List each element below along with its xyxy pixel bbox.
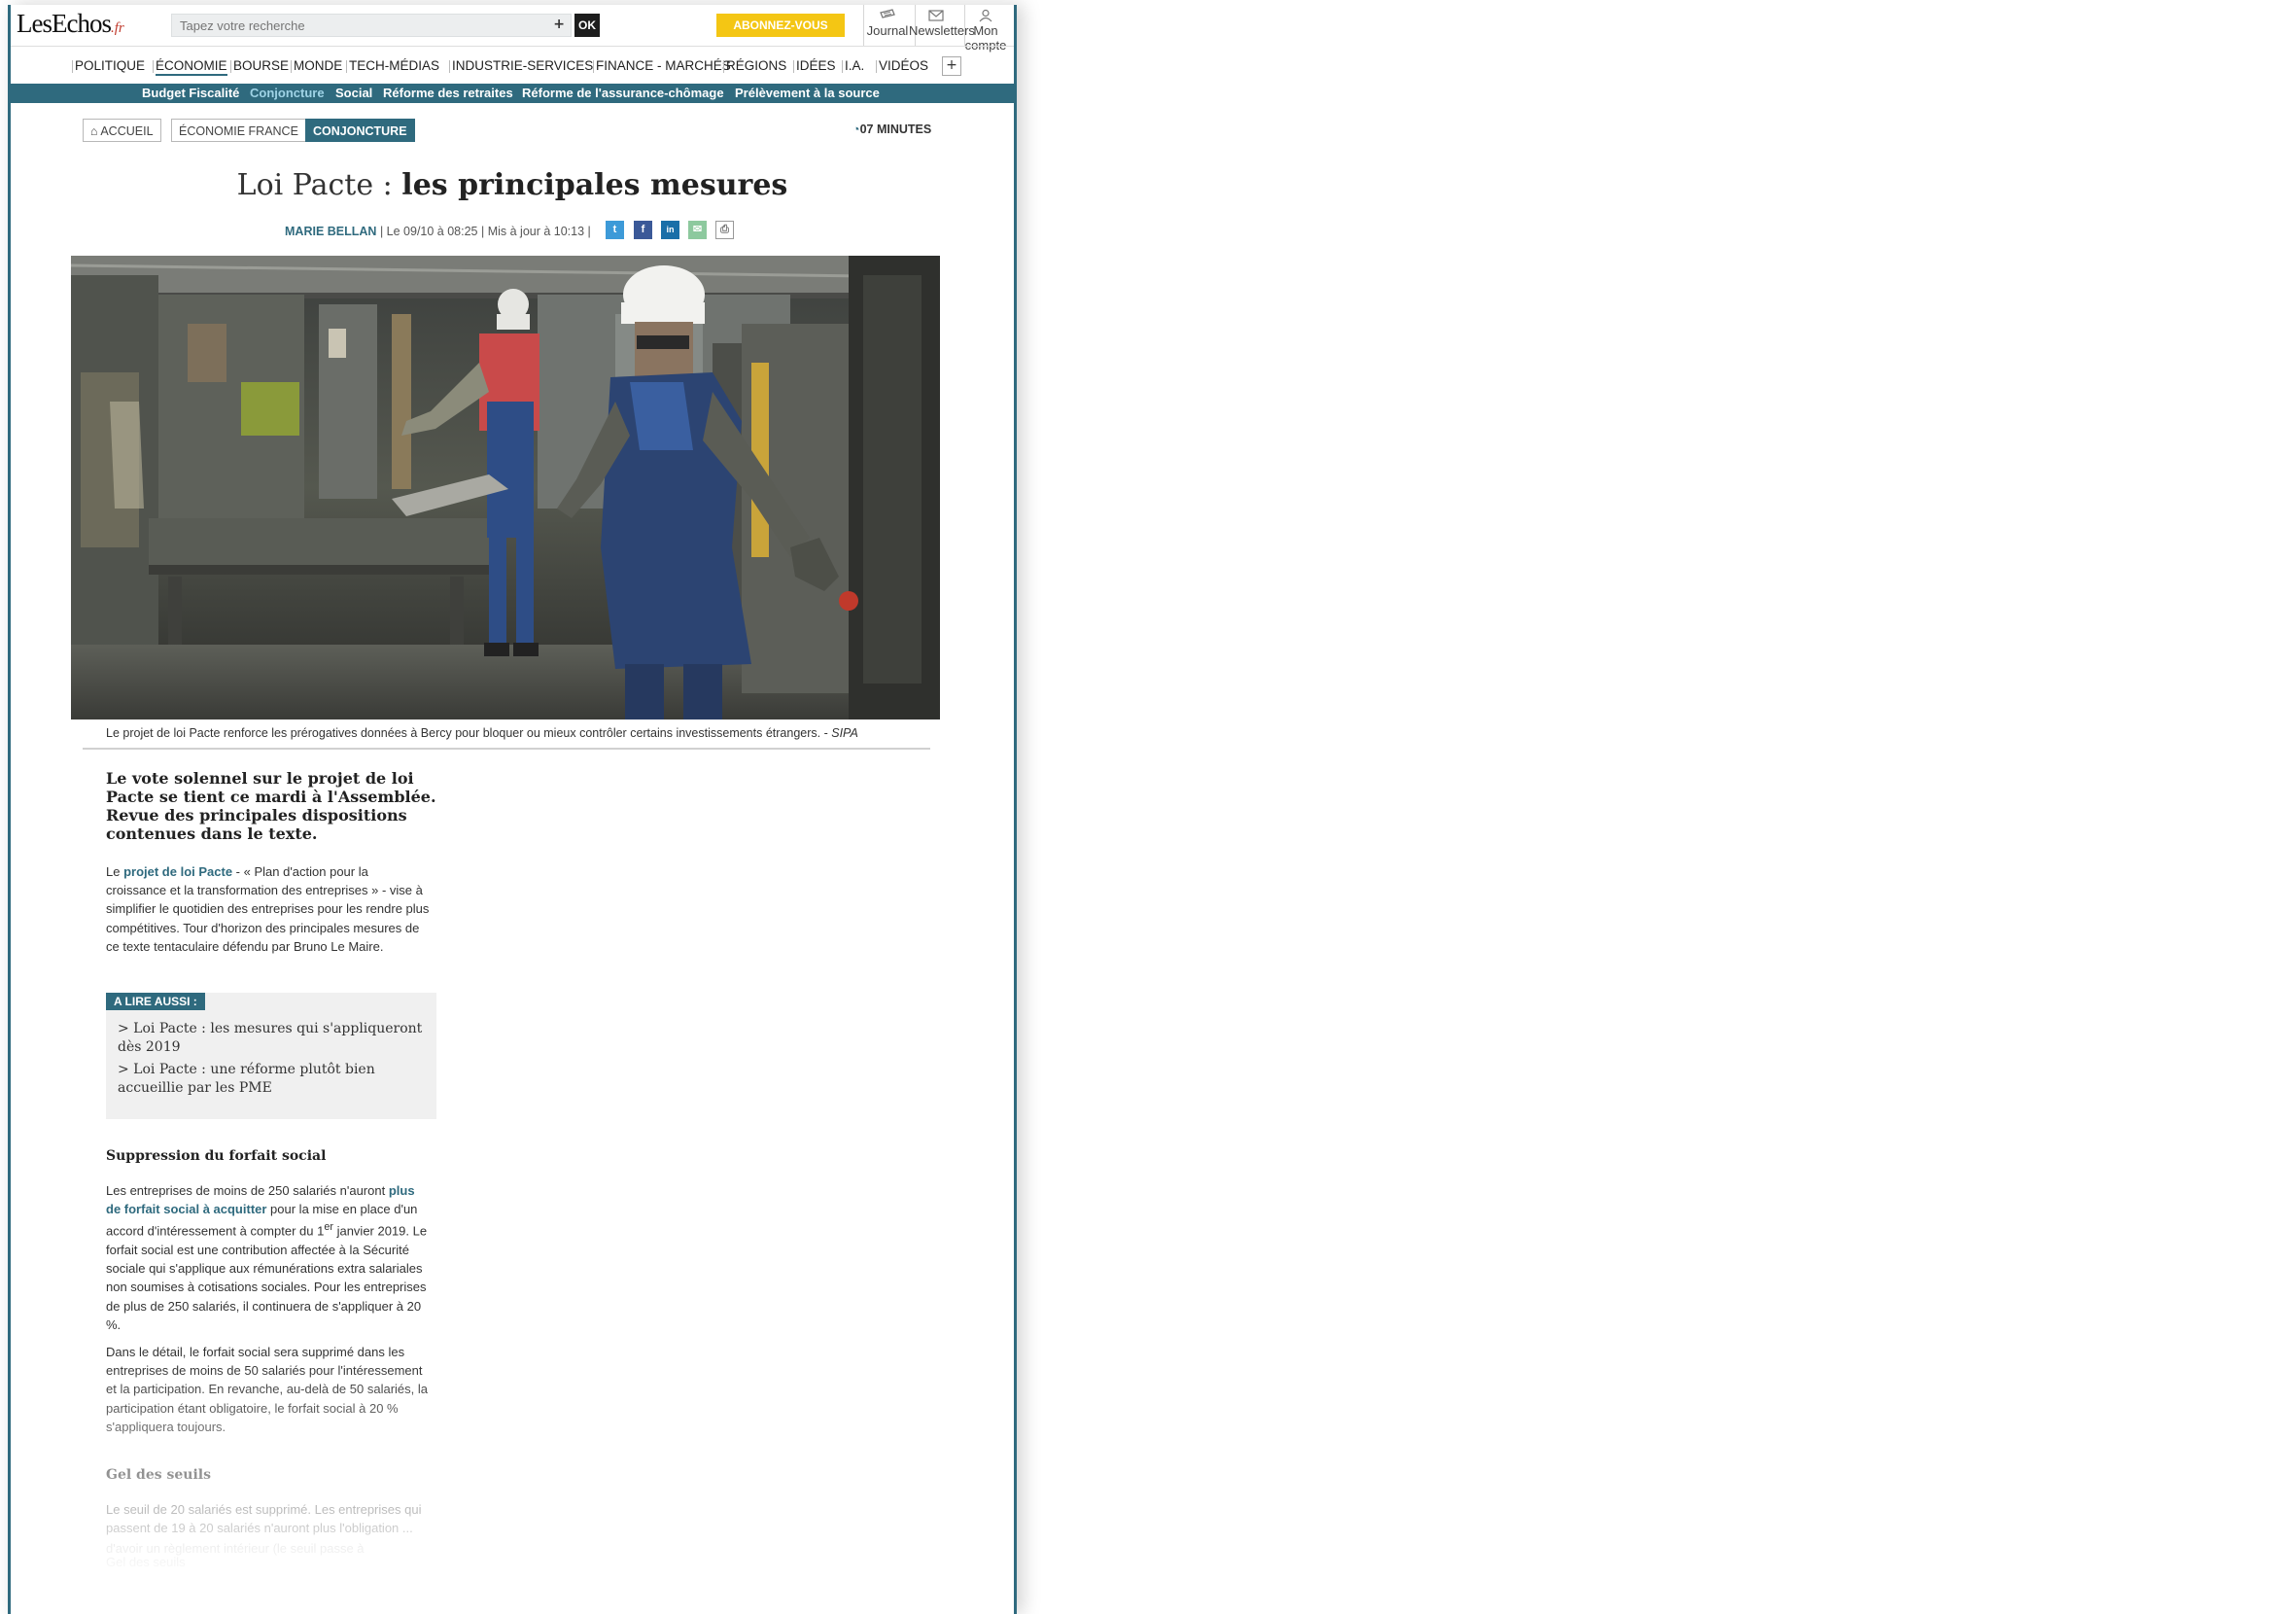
user-icon bbox=[979, 9, 992, 22]
para1-text: Le bbox=[106, 864, 124, 879]
subnav-item-prelevement-source[interactable]: Prélèvement à la source bbox=[735, 86, 880, 100]
nav-item-bourse[interactable]: BOURSE bbox=[233, 58, 289, 73]
read-also-link-1[interactable]: > Loi Pacte : les mesures qui s'applique… bbox=[118, 1020, 429, 1057]
site-logo[interactable]: LesEchos.fr bbox=[17, 9, 124, 39]
article-title: Loi Pacte : les principales mesures bbox=[11, 168, 1014, 202]
nav-item-industrie-services[interactable]: INDUSTRIE-SERVICES bbox=[452, 58, 593, 73]
article-paragraph-4: Le seuil de 20 salariés est supprimé. Le… bbox=[106, 1502, 422, 1536]
clock-icon: ◔ bbox=[852, 123, 860, 136]
print-icon[interactable]: ⎙ bbox=[715, 221, 734, 239]
nav-separator bbox=[230, 60, 231, 73]
article-photo-factory-workers bbox=[71, 256, 940, 719]
nav-item-tech-medias[interactable]: TECH-MÉDIAS bbox=[349, 58, 439, 73]
para2-text: Les entreprises de moins de 250 salariés… bbox=[106, 1183, 389, 1198]
nav-separator bbox=[153, 60, 154, 73]
caption-text: Le projet de loi Pacte renforce les prér… bbox=[106, 726, 832, 740]
article-paragraph-3: Dans le détail, le forfait social sera s… bbox=[106, 1345, 428, 1434]
main-nav: POLITIQUE ÉCONOMIE BOURSE MONDE TECH-MÉD… bbox=[11, 46, 1014, 85]
nav-more-button[interactable]: + bbox=[942, 56, 961, 76]
search-ok-button[interactable]: OK bbox=[574, 14, 600, 37]
nav-item-regions[interactable]: RÉGIONS bbox=[726, 58, 786, 73]
article-lead: Le vote solennel sur le projet de loi Pa… bbox=[106, 769, 436, 843]
subnav-item-reforme-assurance-chomage[interactable]: Réforme de l'assurance-chômage bbox=[522, 86, 724, 100]
title-bold: les principales mesures bbox=[401, 168, 788, 202]
article-paragraph-2: Les entreprises de moins de 250 salariés… bbox=[106, 1181, 431, 1334]
site-header: LesEchos.fr + OK ABONNEZ-VOUS Journal Ne… bbox=[11, 5, 1014, 53]
subscribe-button[interactable]: ABONNEZ-VOUS bbox=[716, 14, 845, 37]
search-options-plus-icon[interactable]: + bbox=[553, 17, 565, 32]
caption-divider bbox=[83, 748, 930, 750]
nav-item-finance-marches[interactable]: FINANCE - MARCHÉS bbox=[596, 58, 731, 73]
nav-separator bbox=[291, 60, 292, 73]
section-heading-gel-seuils: Gel des seuils bbox=[106, 1467, 211, 1483]
nav-separator bbox=[72, 60, 73, 73]
email-icon[interactable]: ✉ bbox=[688, 221, 707, 239]
nav-item-monde[interactable]: MONDE bbox=[294, 58, 342, 73]
envelope-icon bbox=[928, 10, 944, 21]
title-light: Loi Pacte : bbox=[236, 168, 402, 202]
logo-suffix: .fr bbox=[110, 20, 124, 36]
nav-item-politique[interactable]: POLITIQUE bbox=[75, 58, 145, 73]
read-time: ◔07 MINUTES bbox=[852, 123, 931, 136]
updated-date: Mis à jour à 10:13 bbox=[487, 225, 585, 238]
linkedin-icon[interactable]: in bbox=[661, 221, 679, 239]
nav-separator bbox=[876, 60, 877, 73]
twitter-icon[interactable]: t bbox=[606, 221, 624, 239]
nav-item-idees[interactable]: IDÉES bbox=[796, 58, 836, 73]
newsletters-button[interactable]: Newsletters bbox=[909, 9, 975, 38]
journal-label: Journal bbox=[866, 23, 909, 38]
newspaper-icon bbox=[880, 9, 895, 18]
meta-separator: | bbox=[587, 225, 591, 238]
sub-nav: Budget Fiscalité Conjoncture Social Réfo… bbox=[11, 84, 1014, 103]
caption-credit: SIPA bbox=[831, 726, 858, 740]
read-also-tag: A LIRE AUSSI : bbox=[106, 993, 205, 1010]
article-paragraph-1: Le projet de loi Pacte - « Plan d'action… bbox=[106, 862, 431, 956]
nav-separator bbox=[723, 60, 724, 73]
read-also-link-2[interactable]: > Loi Pacte : une réforme plutôt bien ac… bbox=[118, 1061, 429, 1098]
subnav-item-budget-fiscalite[interactable]: Budget Fiscalité bbox=[142, 86, 239, 100]
breadcrumb-current[interactable]: CONJONCTURE bbox=[305, 119, 415, 142]
subnav-item-reforme-retraites[interactable]: Réforme des retraites bbox=[383, 86, 513, 100]
journal-button[interactable]: Journal bbox=[860, 9, 915, 38]
search-box: + bbox=[171, 14, 572, 37]
breadcrumb-home-label: ACCUEIL bbox=[100, 124, 154, 138]
browser-viewport: LesEchos.fr + OK ABONNEZ-VOUS Journal Ne… bbox=[8, 5, 1017, 1614]
para2-sup: er bbox=[324, 1221, 333, 1234]
ghost-line: Le seuil de 20 salariés est supprimé. Le… bbox=[106, 1584, 422, 1598]
published-date: | Le 09/10 à 08:25 | bbox=[379, 225, 485, 238]
read-time-label: 07 MINUTES bbox=[859, 123, 932, 136]
nav-item-ia[interactable]: I.A. bbox=[845, 58, 864, 73]
ghost-line: Gel des seuils bbox=[106, 1555, 186, 1569]
nav-item-economie[interactable]: ÉCONOMIE bbox=[156, 58, 227, 76]
breadcrumb-section[interactable]: ÉCONOMIE FRANCE bbox=[171, 119, 306, 142]
nav-item-videos[interactable]: VIDÉOS bbox=[879, 58, 928, 73]
nav-separator bbox=[793, 60, 794, 73]
projet-loi-pacte-link[interactable]: projet de loi Pacte bbox=[123, 864, 232, 879]
logo-text: LesEchos bbox=[17, 9, 112, 38]
nav-separator bbox=[449, 60, 450, 73]
nav-separator bbox=[842, 60, 843, 73]
nav-separator bbox=[593, 60, 594, 73]
breadcrumb-home[interactable]: ⌂ ACCUEIL bbox=[83, 119, 161, 142]
section-heading-forfait-social: Suppression du forfait social bbox=[106, 1148, 327, 1164]
home-icon: ⌂ bbox=[90, 124, 101, 138]
author-link[interactable]: MARIE BELLAN bbox=[285, 225, 376, 238]
subnav-item-conjoncture[interactable]: Conjoncture bbox=[250, 86, 325, 100]
nav-separator bbox=[346, 60, 347, 73]
search-input[interactable] bbox=[172, 15, 557, 36]
para2-text: janvier 2019. Le forfait social est une … bbox=[106, 1223, 428, 1332]
facebook-icon[interactable]: f bbox=[634, 221, 652, 239]
article-meta: MARIE BELLAN | Le 09/10 à 08:25 | Mis à … bbox=[285, 225, 591, 238]
subnav-item-social[interactable]: Social bbox=[335, 86, 372, 100]
photo-caption: Le projet de loi Pacte renforce les prér… bbox=[106, 726, 942, 740]
read-also-box: A LIRE AUSSI : > Loi Pacte : les mesures… bbox=[106, 993, 436, 1119]
